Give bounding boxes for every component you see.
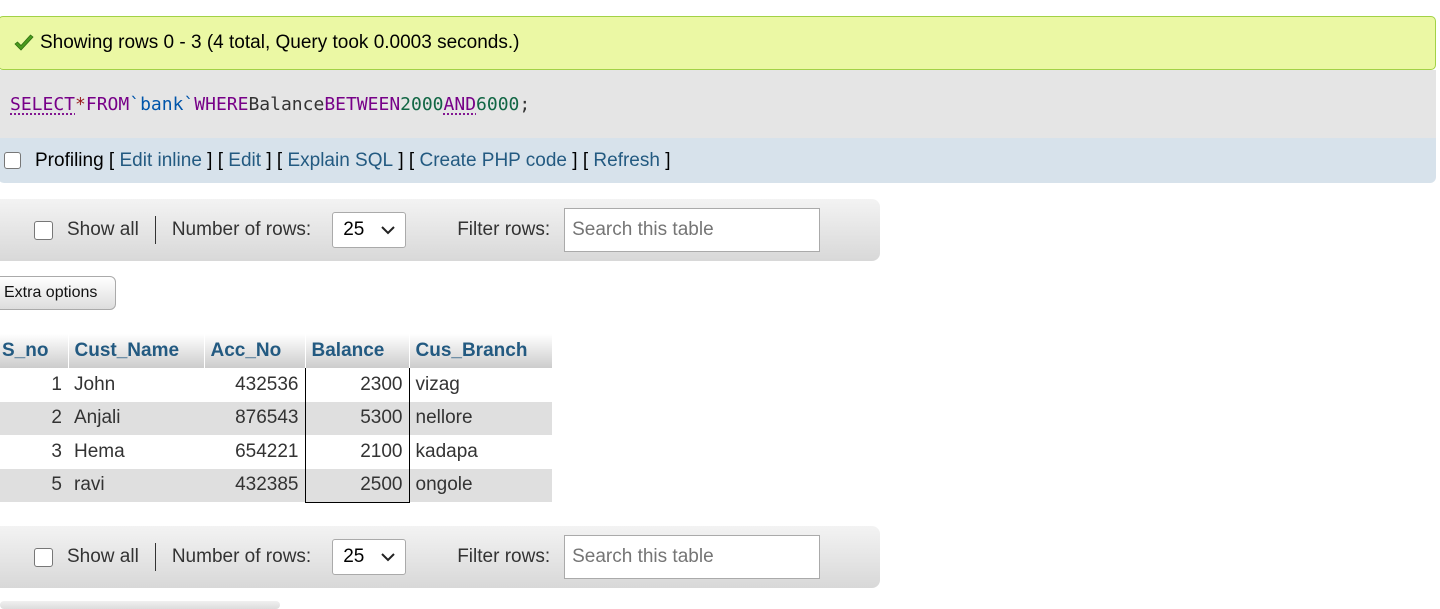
table-row: 3 Hema 654221 2100 kadapa: [0, 435, 552, 469]
rows-label: Number of rows:: [171, 219, 312, 240]
sql-semicolon: ;: [519, 93, 531, 115]
cell-cust-name[interactable]: John: [68, 368, 204, 402]
query-toolbar: Profiling [ Edit inline ] [ Edit ] [ Exp…: [0, 138, 1436, 183]
cell-balance[interactable]: 2100: [304, 435, 410, 469]
show-all-checkbox[interactable]: [34, 220, 53, 240]
query-results-operations-edge: [0, 601, 280, 609]
sql-select-keyword[interactable]: SELECT: [10, 94, 75, 115]
chevron-down-icon: [381, 226, 395, 235]
sql-table-name: `bank`: [129, 93, 195, 115]
rows-select[interactable]: 25: [332, 539, 407, 575]
cell-cus-branch[interactable]: nellore: [409, 401, 552, 435]
cell-cus-branch[interactable]: ongole: [409, 468, 552, 502]
show-all-checkbox[interactable]: [34, 547, 53, 567]
cell-s-no[interactable]: 1: [0, 368, 68, 402]
sql-from-keyword: FROM: [85, 93, 130, 115]
profiling-label: Profiling: [35, 149, 104, 171]
table-row: 2 Anjali 876543 5300 nellore: [0, 401, 552, 435]
sql-and-keyword[interactable]: AND: [444, 94, 477, 115]
sql-high-value: 6000: [476, 93, 520, 115]
show-all-label: Show all: [67, 546, 139, 567]
cell-acc-no[interactable]: 876543: [204, 401, 305, 435]
sql-field: Balance: [248, 93, 325, 115]
create-php-code-link[interactable]: Create PHP code: [419, 150, 567, 172]
success-text: Showing rows 0 - 3 (4 total, Query took …: [40, 32, 520, 53]
edit-inline-link[interactable]: Edit inline: [120, 150, 202, 172]
search-input[interactable]: [564, 535, 821, 579]
cell-cust-name[interactable]: Hema: [68, 435, 204, 469]
sql-star: *: [75, 93, 86, 115]
cell-acc-no[interactable]: 432385: [204, 468, 305, 502]
cell-cust-name[interactable]: Anjali: [68, 401, 204, 435]
column-header-acc-no[interactable]: Acc_No: [204, 334, 306, 368]
success-message: Showing rows 0 - 3 (4 total, Query took …: [0, 16, 1436, 70]
cell-cust-name[interactable]: ravi: [68, 468, 204, 502]
table-row: 1 John 432536 2300 vizag: [0, 368, 552, 402]
column-header-cust-name[interactable]: Cust_Name: [68, 334, 205, 368]
cell-acc-no[interactable]: 654221: [204, 435, 305, 469]
explain-sql-link[interactable]: Explain SQL: [287, 150, 393, 172]
table-header-row: S_no Cust_Name Acc_No Balance Cus_Branch: [0, 334, 553, 368]
cell-s-no[interactable]: 3: [0, 435, 68, 469]
chevron-down-icon: [381, 553, 395, 562]
column-header-cus-branch[interactable]: Cus_Branch: [409, 334, 553, 368]
cell-cus-branch[interactable]: vizag: [409, 368, 552, 402]
cell-acc-no[interactable]: 432536: [204, 368, 305, 402]
divider: [154, 543, 156, 571]
sql-low-value: 2000: [400, 93, 444, 115]
results-table: S_no Cust_Name Acc_No Balance Cus_Branch…: [0, 334, 553, 503]
refresh-link[interactable]: Refresh: [593, 150, 660, 172]
rows-label: Number of rows:: [171, 546, 312, 567]
check-icon: [12, 31, 36, 55]
extra-options-button[interactable]: Extra options: [0, 276, 116, 310]
column-header-balance[interactable]: Balance: [305, 334, 410, 368]
rows-select-value: 25: [343, 546, 365, 567]
sql-query: SELECT * FROM `bank` WHERE Balance BETWE…: [0, 70, 1436, 138]
filter-label: Filter rows:: [457, 546, 551, 567]
sql-between-keyword: BETWEEN: [324, 93, 401, 115]
cell-balance[interactable]: 5300: [304, 401, 410, 435]
cell-cus-branch[interactable]: kadapa: [409, 435, 552, 469]
search-input[interactable]: [564, 208, 821, 252]
divider: [154, 216, 156, 244]
table-row: 5 ravi 432385 2500 ongole: [0, 468, 552, 503]
rows-select[interactable]: 25: [332, 212, 407, 248]
cell-s-no[interactable]: 5: [0, 468, 68, 502]
show-all-label: Show all: [67, 219, 139, 240]
cell-s-no[interactable]: 2: [0, 401, 68, 435]
table-navigation-bottom: Show all Number of rows: 25 Filter rows:: [0, 526, 880, 588]
cell-balance[interactable]: 2300: [304, 368, 410, 402]
profiling-checkbox[interactable]: [4, 152, 21, 169]
column-header-s-no[interactable]: S_no: [0, 334, 69, 368]
sql-where-keyword: WHERE: [194, 93, 249, 115]
cell-balance[interactable]: 2500: [304, 468, 410, 503]
rows-select-value: 25: [343, 219, 365, 240]
table-navigation-top: Show all Number of rows: 25 Filter rows:: [0, 199, 880, 261]
edit-link[interactable]: Edit: [228, 150, 261, 172]
filter-label: Filter rows:: [457, 219, 551, 240]
